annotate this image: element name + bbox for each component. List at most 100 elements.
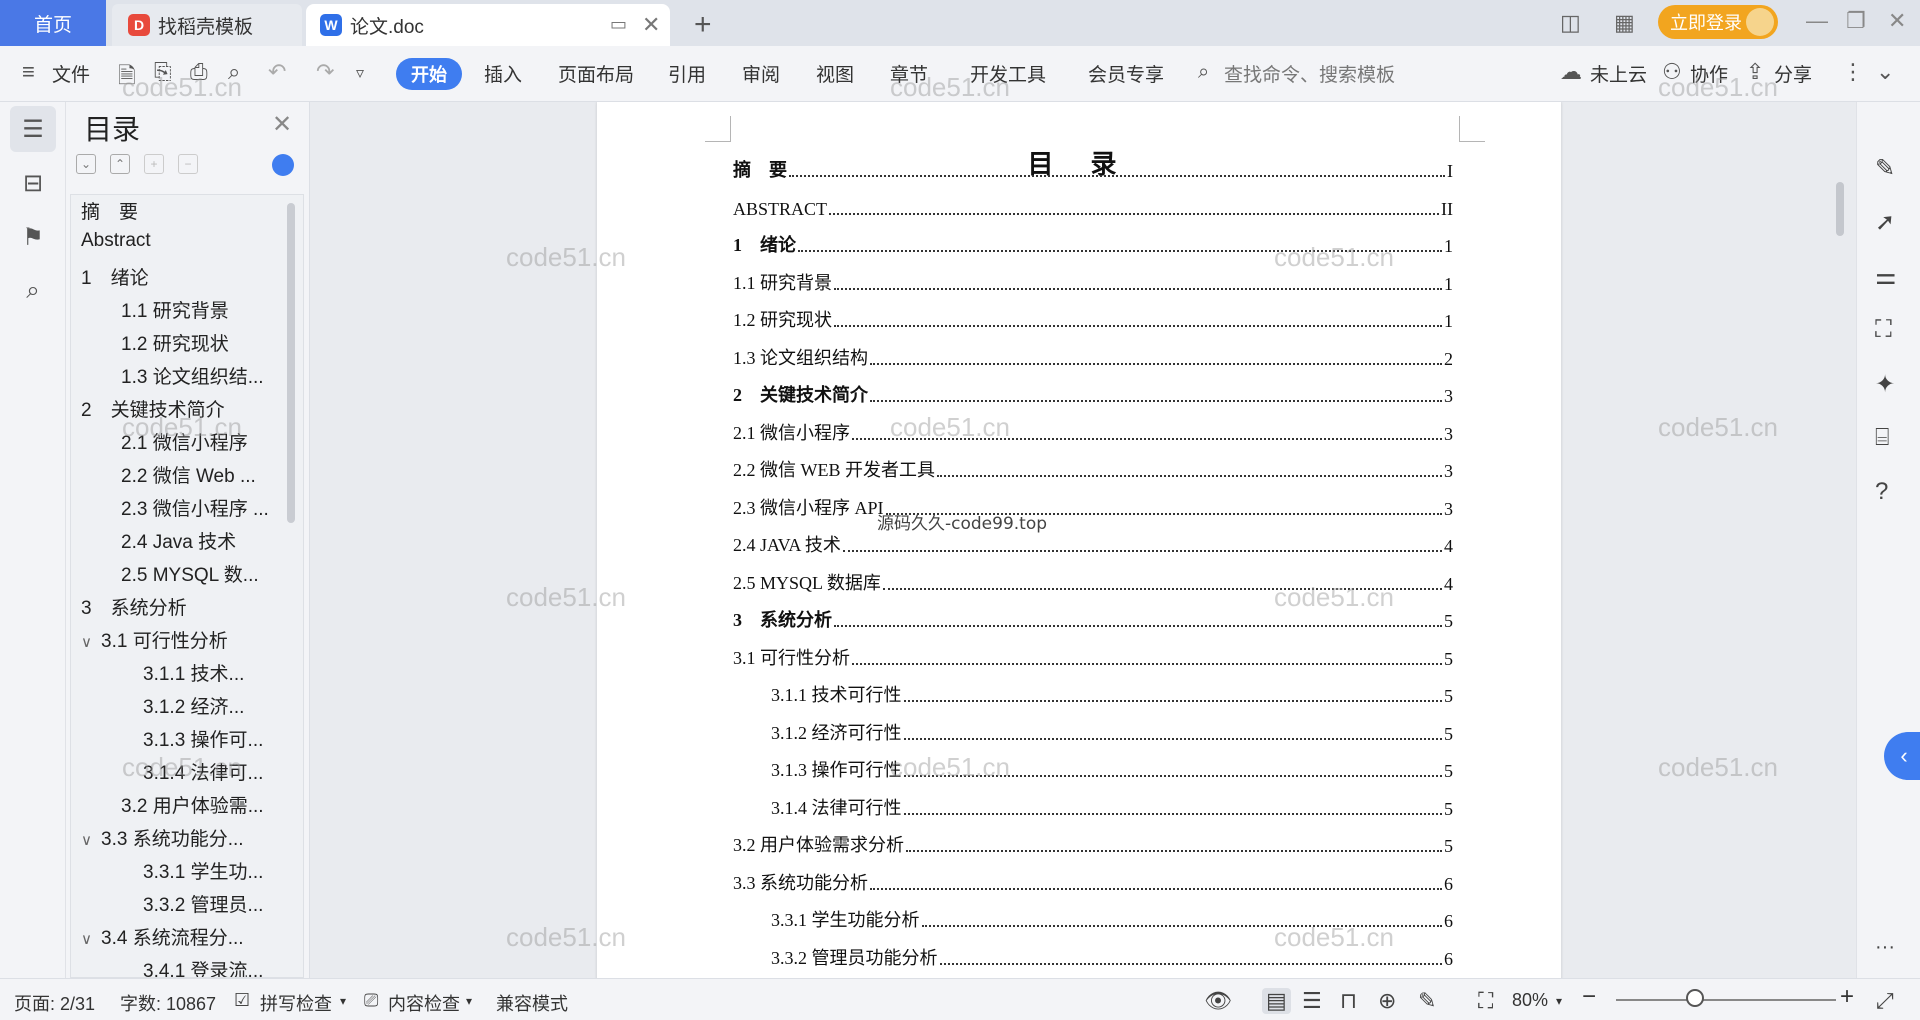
image-tools-icon[interactable]: ⛶	[1875, 316, 1892, 344]
quick-access-dropdown-icon[interactable]: ▿	[356, 63, 364, 83]
ribbon-tab-view[interactable]: 视图	[816, 60, 854, 87]
outline-view-icon[interactable]: ☰	[1302, 988, 1322, 1014]
page-view-icon[interactable]: ▤	[1262, 988, 1291, 1014]
file-menu[interactable]: 文件	[52, 60, 90, 87]
toc-entry[interactable]: 2.2 微信 WEB 开发者工具 3	[733, 456, 1453, 482]
expand-all-icon[interactable]: ⌄	[76, 154, 96, 174]
toc-entry[interactable]: 3.3 系统功能分析 6	[733, 869, 1453, 895]
toc-panel-item[interactable]: 2.3 微信小程序 ...	[121, 494, 269, 521]
ribbon-tab-page-layout[interactable]: 页面布局	[558, 60, 634, 87]
command-search-input[interactable]: 查找命令、搜索模板	[1224, 60, 1395, 87]
toc-panel-item[interactable]: 3.1.4 法律可...	[143, 758, 263, 785]
login-button[interactable]: 立即登录	[1658, 5, 1778, 39]
cloud-status[interactable]: 未上云	[1590, 60, 1647, 87]
toc-entry[interactable]: 3.1.2 经济可行性 5	[771, 719, 1453, 745]
toc-panel-item[interactable]: 1.1 研究背景	[121, 296, 229, 323]
layout-icon[interactable]: ◫	[1560, 10, 1581, 36]
toc-entry[interactable]: 3.3.2 管理员功能分析 6	[771, 944, 1453, 970]
zoom-dropdown-icon[interactable]: ▾	[1556, 994, 1562, 1008]
chevron-down-icon[interactable]: ∨	[71, 270, 81, 288]
toc-entry[interactable]: 1.1 研究背景 1	[733, 269, 1453, 295]
toc-scrollbar[interactable]	[287, 203, 295, 523]
tab-document[interactable]: W 论文.doc ▭ ✕	[306, 4, 670, 46]
adjust-sliders-icon[interactable]: ⚌	[1875, 262, 1897, 291]
menu-hamburger-icon[interactable]: ≡	[22, 59, 35, 85]
toc-entry[interactable]: 3.1.4 法律可行性 5	[771, 794, 1453, 820]
close-tab-icon[interactable]: ✕	[642, 12, 660, 38]
zoom-out-icon[interactable]: −	[1582, 983, 1596, 1011]
tab-home[interactable]: 首页	[0, 0, 106, 46]
chapter-nav-icon[interactable]: ⊟	[10, 160, 56, 206]
toc-entry[interactable]: 2.3 微信小程序 API 3	[733, 494, 1453, 520]
chevron-down-icon[interactable]: ∨	[81, 633, 101, 651]
toc-panel-item[interactable]: 2.1 微信小程序	[121, 428, 248, 455]
toc-panel-item[interactable]: 3.3.1 学生功...	[143, 857, 263, 884]
chevron-down-icon[interactable]: ∨	[71, 402, 81, 420]
toc-entry[interactable]: 2.1 微信小程序 3	[733, 419, 1453, 445]
toc-panel-item[interactable]: ∨ 3.4 系统流程分...	[81, 923, 244, 950]
more-tools-icon[interactable]: ···	[1875, 936, 1895, 959]
toc-panel-item[interactable]: ∨2 关键技术简介	[71, 395, 225, 422]
toc-entry[interactable]: 2 关键技术简介 3	[733, 381, 1453, 407]
export-icon[interactable]: ⎘	[154, 59, 172, 85]
toc-panel-item[interactable]: 1.2 研究现状	[121, 329, 229, 356]
fullscreen-icon[interactable]: ⤢	[1876, 988, 1894, 1014]
content-check-button[interactable]: 内容检查	[388, 990, 460, 1016]
toc-entry[interactable]: 1.2 研究现状 1	[733, 306, 1453, 332]
share-button[interactable]: 分享	[1774, 60, 1812, 87]
toc-panel-item[interactable]: 摘 要	[81, 197, 138, 224]
toc-entry[interactable]: 3.2 用户体验需求分析 5	[733, 831, 1453, 857]
toc-panel-item[interactable]: ∨3 系统分析	[71, 593, 187, 620]
page-indicator[interactable]: 页面: 2/31	[14, 990, 95, 1016]
toc-entry[interactable]: 3.1.1 技术可行性 5	[771, 681, 1453, 707]
help-icon[interactable]: ?	[1875, 478, 1888, 506]
toc-panel-item[interactable]: 2.4 Java 技术	[121, 527, 236, 554]
content-dropdown-icon[interactable]: ▾	[466, 994, 472, 1008]
print-icon[interactable]: ⎙	[190, 59, 208, 85]
ribbon-tab-chapter[interactable]: 章节	[890, 60, 928, 87]
toc-panel-item[interactable]: 1.3 论文组织结...	[121, 362, 264, 389]
toc-panel-item[interactable]: 3.1.3 操作可...	[143, 725, 263, 752]
eye-protect-icon[interactable]: 👁	[1204, 988, 1232, 1014]
toc-panel-item[interactable]: ∨1 绪论	[71, 263, 149, 290]
close-panel-icon[interactable]: ✕	[272, 110, 292, 139]
chevron-down-icon[interactable]: ∨	[71, 600, 81, 618]
toc-entry[interactable]: 3.1 可行性分析 5	[733, 644, 1453, 670]
screen-icon[interactable]: ▭	[610, 14, 627, 35]
chevron-down-icon[interactable]: ∨	[81, 930, 101, 948]
save-icon[interactable]: 🗎	[118, 59, 136, 97]
collaborate-button[interactable]: 协作	[1690, 60, 1728, 87]
word-count[interactable]: 字数: 10867	[120, 990, 216, 1016]
print-preview-icon[interactable]: ⌕	[228, 59, 240, 85]
more-options-icon[interactable]: ⋮	[1842, 59, 1864, 85]
zoom-level[interactable]: 80%	[1512, 990, 1548, 1011]
toc-entry[interactable]: 3.1.3 操作可行性 5	[771, 756, 1453, 782]
tab-docer-templates[interactable]: D 找稻壳模板	[112, 4, 302, 46]
ribbon-tab-references[interactable]: 引用	[668, 60, 706, 87]
zoom-slider[interactable]	[1616, 999, 1836, 1001]
remove-heading-icon[interactable]: −	[178, 154, 198, 174]
ribbon-tab-insert[interactable]: 插入	[484, 60, 522, 87]
select-cursor-icon[interactable]: ➚	[1875, 208, 1895, 237]
undo-icon[interactable]: ↶	[268, 59, 286, 85]
pen-icon[interactable]: ✎	[1875, 154, 1895, 183]
toc-entry[interactable]: 1 绪论 1	[733, 231, 1453, 257]
write-mode-icon[interactable]: ✎	[1418, 988, 1436, 1014]
web-view-icon[interactable]: ⊕	[1378, 988, 1396, 1014]
spell-dropdown-icon[interactable]: ▾	[340, 994, 346, 1008]
close-window-icon[interactable]: ✕	[1888, 8, 1906, 34]
document-page[interactable]: 目 录 源码久久-code99.top 摘 要 I ABSTRACT II 1 绪论 1 1…	[597, 102, 1561, 978]
fit-page-icon[interactable]: ⛶	[1478, 988, 1493, 1014]
document-scrollbar-thumb[interactable]	[1836, 182, 1844, 236]
apps-grid-icon[interactable]: ▦	[1614, 10, 1635, 36]
zoom-in-icon[interactable]: +	[1840, 983, 1854, 1011]
reader-icon[interactable]: ⌸	[1875, 424, 1889, 452]
toc-entry[interactable]: 摘 要I	[733, 156, 1453, 182]
toc-entry[interactable]: 1.3 论文组织结构 2	[733, 344, 1453, 370]
collapse-ribbon-icon[interactable]: ⌄	[1876, 59, 1894, 85]
spell-check-button[interactable]: 拼写检查	[260, 990, 332, 1016]
toc-panel-item[interactable]: 3.2 用户体验需...	[121, 791, 264, 818]
read-mode-icon[interactable]: ⊓	[1340, 988, 1357, 1014]
toc-entry[interactable]: 2.5 MYSQL 数据库 4	[733, 569, 1453, 595]
find-icon[interactable]: ⌕	[10, 268, 56, 314]
